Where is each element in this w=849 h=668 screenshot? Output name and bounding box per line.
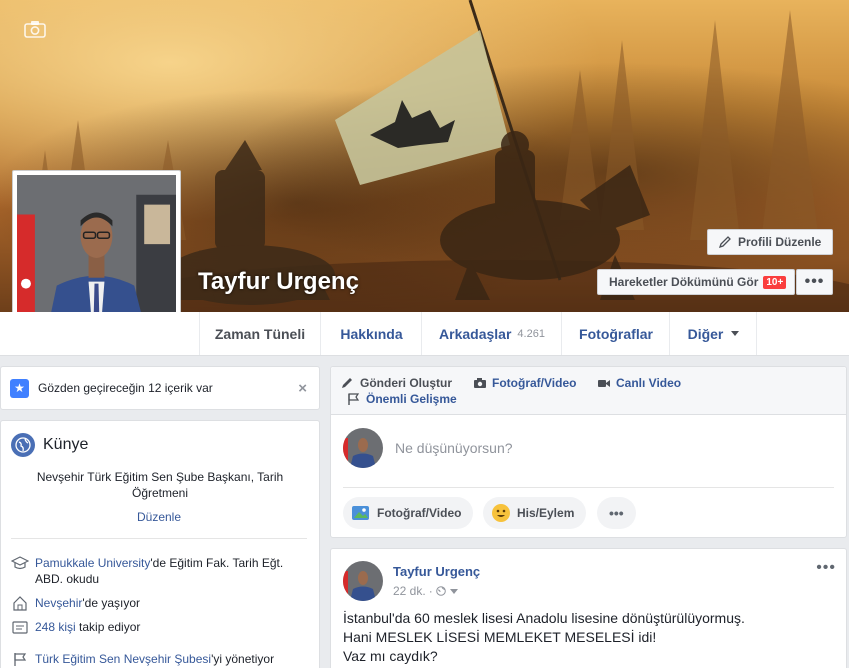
feeling-pill[interactable]: His/Eylem: [483, 497, 587, 529]
photo-icon: [352, 506, 369, 520]
live-video-tab[interactable]: Canlı Video: [597, 376, 681, 390]
audience-chevron-down-icon[interactable]: [449, 588, 458, 594]
tab-photos-label: Fotoğraflar: [579, 325, 653, 342]
flag-icon: [14, 653, 27, 666]
followers-row: 248 kişi takip ediyor: [11, 619, 307, 635]
home-icon: [13, 596, 27, 611]
composer-divider: [343, 487, 834, 488]
cover-more-button[interactable]: •••: [796, 269, 833, 295]
create-post-label: Gönderi Oluştur: [360, 376, 453, 390]
review-notice[interactable]: ★ Gözden geçireceğin 12 içerik var ×: [0, 366, 320, 410]
intro-divider: [11, 538, 307, 539]
chevron-down-icon: [731, 331, 740, 336]
status-input[interactable]: Ne düşünüyorsun?: [395, 440, 513, 456]
life-event-tab[interactable]: Önemli Gelişme: [347, 392, 457, 406]
manages-row: Türk Eğitim Sen Nevşehir Şubesi'yi yönet…: [11, 651, 307, 667]
intro-title: Künye: [43, 436, 89, 453]
live-video-label: Canlı Video: [616, 376, 682, 390]
intro-bio: Nevşehir Türk Eğitim Sen Şube Başkanı, T…: [36, 470, 284, 500]
globe-icon: [435, 586, 446, 596]
tab-more-label: Diğer: [687, 325, 724, 342]
post-composer: Gönderi Oluştur Fotoğraf/Video Canlı Vid…: [330, 366, 847, 538]
star-icon: ★: [10, 378, 29, 398]
review-text: Gözden geçireceğin 12 içerik var: [38, 381, 213, 395]
followers-icon: [12, 621, 28, 634]
post-line-1: İstanbul'da 60 meslek lisesi Anadolu lis…: [343, 610, 745, 626]
intro-header: Künye: [11, 433, 88, 457]
edit-bio-link[interactable]: Düzenle: [1, 510, 317, 524]
pencil-icon: [342, 378, 352, 388]
photo-video-label: Fotoğraf/Video: [492, 376, 577, 390]
post-line-3: Vaz mı caydık?: [343, 648, 438, 664]
profile-name[interactable]: Tayfur Urgenç: [198, 268, 359, 296]
tab-about[interactable]: Hakkında: [322, 312, 422, 355]
tab-about-label: Hakkında: [340, 325, 403, 342]
camera-icon: [474, 378, 486, 388]
photo-video-tab[interactable]: Fotoğraf/Video: [473, 376, 576, 390]
followers-link[interactable]: 248 kişi: [35, 620, 76, 634]
post-time[interactable]: 22 dk.: [393, 584, 426, 598]
edit-profile-button[interactable]: Profili Düzenle: [707, 229, 833, 255]
avatar: [343, 428, 383, 468]
post-options-button[interactable]: •••: [816, 559, 836, 577]
life-event-label: Önemli Gelişme: [366, 392, 457, 406]
tab-timeline-label: Zaman Tüneli: [214, 325, 306, 342]
edit-profile-label: Profili Düzenle: [738, 235, 822, 249]
activity-log-label: Hareketler Dökümünü Gör: [609, 275, 759, 289]
composer-avatar[interactable]: [343, 428, 383, 468]
followers-text: takip ediyor: [75, 620, 141, 634]
composer-tabs: Gönderi Oluştur Fotoğraf/Video Canlı Vid…: [331, 367, 846, 415]
create-post-tab[interactable]: Gönderi Oluştur: [341, 376, 452, 390]
post-meta: 22 dk. ·: [393, 584, 458, 598]
tab-friends-label: Arkadaşlar: [439, 325, 512, 342]
smiley-icon: [492, 504, 510, 522]
photo-video-pill-label: Fotoğraf/Video: [377, 506, 462, 520]
tab-photos[interactable]: Fotoğraflar: [563, 312, 670, 355]
more-options-pill[interactable]: •••: [597, 497, 636, 529]
post-author[interactable]: Tayfur Urgenç: [393, 564, 480, 579]
photo-video-pill[interactable]: Fotoğraf/Video: [343, 497, 474, 529]
profile-tab-bar: Zaman Tüneli Hakkında Arkadaşlar 4.261 F…: [0, 312, 849, 356]
manages-text: 'yi yönetiyor: [211, 652, 275, 666]
pencil-icon: [718, 236, 731, 249]
camera-icon[interactable]: [24, 20, 46, 38]
video-camera-icon: [598, 380, 610, 387]
activity-badge: 10+: [763, 275, 787, 289]
feeling-pill-label: His/Eylem: [517, 506, 575, 520]
feed-post: Tayfur Urgenç 22 dk. · ••• İstanbul'da 6…: [330, 548, 847, 668]
activity-log-button[interactable]: Hareketler Dökümünü Gör 10+: [597, 269, 795, 295]
post-avatar[interactable]: [343, 561, 383, 601]
education-row: Pamukkale University'de Eğitim Fak. Tari…: [11, 555, 307, 587]
tab-friends[interactable]: Arkadaşlar 4.261: [423, 312, 562, 355]
profile-photo: [17, 175, 176, 333]
lives-text: 'de yaşıyor: [82, 596, 141, 610]
graduation-cap-icon: [11, 556, 29, 570]
education-link[interactable]: Pamukkale University: [35, 556, 150, 570]
flag-icon: [348, 393, 360, 405]
tab-timeline[interactable]: Zaman Tüneli: [200, 312, 321, 355]
close-icon[interactable]: ×: [298, 380, 307, 397]
avatar: [343, 561, 383, 601]
post-body: İstanbul'da 60 meslek lisesi Anadolu lis…: [343, 609, 833, 666]
lives-link[interactable]: Nevşehir: [35, 596, 82, 610]
lives-row: Nevşehir'de yaşıyor: [11, 595, 307, 611]
post-line-2: Hani MESLEK LİSESİ MEMLEKET MESELESİ idi…: [343, 629, 657, 645]
intro-card: Künye Nevşehir Türk Eğitim Sen Şube Başk…: [0, 420, 320, 668]
friends-count: 4.261: [517, 327, 545, 340]
globe-icon: [11, 433, 35, 457]
tab-more[interactable]: Diğer: [671, 312, 757, 355]
manages-link[interactable]: Türk Eğitim Sen Nevşehir Şubesi: [35, 652, 211, 666]
